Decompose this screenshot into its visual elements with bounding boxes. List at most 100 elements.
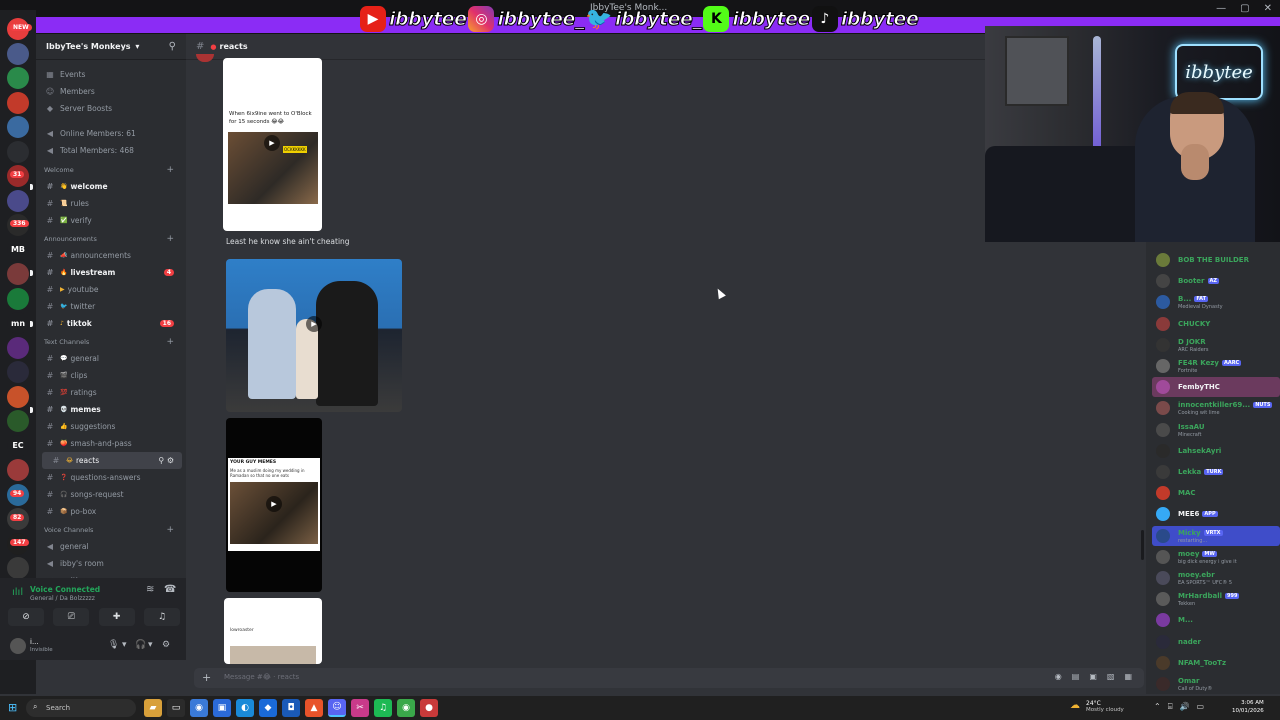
server-header[interactable]: IbbyTee's Monkeys ▾ ⚲ (36, 34, 186, 60)
avatar[interactable] (1156, 592, 1170, 607)
video-attachment[interactable]: YOUR GUY MEMES Me as a muslim doing my w… (226, 418, 322, 592)
channel-rules[interactable]: # 📜 rules (36, 195, 182, 212)
snip-icon[interactable]: ✂ (351, 699, 369, 717)
gif-icon[interactable]: ▤ (1072, 672, 1080, 681)
activity-button[interactable]: ✚ (98, 608, 135, 626)
server-icon[interactable] (7, 140, 29, 163)
windows-start-icon[interactable]: ⊞ (8, 701, 17, 714)
chrome-icon[interactable]: ◉ (190, 699, 208, 717)
vscode-icon[interactable]: ◆ (259, 699, 277, 717)
emoji-icon[interactable]: ▧ (1107, 672, 1115, 681)
member-item[interactable]: Omar Call of Duty® (1152, 674, 1280, 694)
settings-gear-icon[interactable]: ⚙ (162, 640, 170, 650)
avatar[interactable] (1156, 634, 1170, 649)
chevron-down-icon[interactable]: ▾ (148, 640, 153, 650)
member-item[interactable]: MEE6 APP (1152, 504, 1280, 524)
member-item[interactable]: Booter AZ (1152, 271, 1280, 291)
avatar[interactable] (1156, 253, 1170, 267)
disconnect-icon[interactable]: ☎ (164, 584, 176, 595)
avatar[interactable] (1156, 613, 1170, 628)
server-icon[interactable] (7, 287, 29, 310)
server-icon[interactable] (7, 557, 29, 579)
server-icon[interactable] (7, 410, 29, 432)
video-attachment[interactable]: ▶ (226, 259, 402, 412)
member-item[interactable]: LahsekAyri (1152, 441, 1280, 461)
avatar[interactable] (1156, 337, 1170, 352)
avatar[interactable] (196, 54, 214, 62)
channel-songs-request[interactable]: # 🎧 songs-request (36, 486, 182, 503)
member-item[interactable]: MrHardball 999 Tekken (1152, 589, 1280, 609)
member-item[interactable]: Micky VRTX restarting... (1152, 525, 1280, 546)
server-icon[interactable]: 31 (7, 165, 29, 187)
network-icon[interactable]: ⌸ (1168, 702, 1173, 712)
avatar[interactable] (1156, 655, 1170, 670)
channel-welcome[interactable]: # 👋 welcome (30, 178, 182, 195)
server-icon[interactable]: MB (7, 238, 29, 261)
invite-icon[interactable]: ⚲ (169, 41, 176, 52)
chevron-up-icon[interactable]: ⌃ (1154, 702, 1161, 712)
avatar[interactable] (1156, 316, 1170, 331)
channel-ratings[interactable]: # 💯 ratings (36, 384, 182, 401)
avatar[interactable] (1156, 677, 1170, 691)
soundboard-button[interactable]: ♫ (143, 608, 180, 626)
channel-announcements[interactable]: # 📣 announcements (36, 247, 182, 264)
add-channel-icon[interactable]: + (166, 337, 174, 347)
invite-icon[interactable]: ⚲ ⚙ (158, 456, 174, 465)
volume-icon[interactable]: 🔊 (1180, 702, 1190, 712)
member-item[interactable]: CHUCKY (1152, 314, 1280, 334)
server-icon[interactable] (7, 91, 29, 114)
avatar[interactable] (1156, 528, 1170, 543)
channel-youtube[interactable]: # ▶ youtube (36, 281, 182, 298)
avatar[interactable] (1156, 274, 1170, 289)
server-icon[interactable] (7, 459, 29, 481)
server-icon[interactable] (7, 42, 29, 65)
channel-twitter[interactable]: # 🐦 twitter (36, 298, 182, 315)
maximize-icon[interactable]: ▢ (1240, 3, 1249, 14)
add-channel-icon[interactable]: + (166, 525, 174, 535)
member-item[interactable]: Lekka TURK (1152, 462, 1280, 482)
brave-icon[interactable]: ▲ (305, 699, 323, 717)
member-item[interactable]: innocentkiller69... NUTS Cooking wit lime (1152, 398, 1280, 418)
channel-clips[interactable]: # 🎬 clips (36, 367, 182, 384)
avatar[interactable] (1156, 507, 1170, 522)
category-welcome[interactable]: Welcome + (36, 163, 182, 177)
server-icon[interactable]: mn (7, 312, 29, 334)
avatar[interactable] (1156, 549, 1170, 564)
avatar[interactable] (1156, 359, 1170, 373)
member-item[interactable]: nader (1152, 632, 1280, 652)
minimize-icon[interactable]: — (1216, 3, 1226, 14)
category-voice-channels[interactable]: Voice Channels + (36, 523, 182, 537)
server-icon[interactable] (7, 361, 29, 383)
clock[interactable]: 3:06 AM 10/01/2026 (1232, 699, 1264, 715)
member-item[interactable]: NFAM_TooTz (1152, 653, 1280, 673)
channel-questions-answers[interactable]: # ❓ questions-answers (36, 469, 182, 486)
server-icon[interactable] (7, 189, 29, 212)
server-icon[interactable] (7, 385, 29, 408)
channel-tiktok[interactable]: # ♪ tiktok 16 (30, 315, 182, 332)
server-icon[interactable] (7, 263, 29, 285)
avatar[interactable] (1156, 465, 1170, 479)
avatar[interactable] (1156, 401, 1170, 416)
message-composer[interactable]: + Message #😂 · reacts ◉ ▤ ▣ ▧ ▦ (194, 668, 1144, 688)
add-channel-icon[interactable]: + (166, 234, 174, 244)
channel-reacts[interactable]: # 😂 reacts ⚲ ⚙ (42, 452, 182, 469)
server-icon[interactable]: 147 (7, 532, 29, 555)
sidebar-item-server-boosts[interactable]: ◆ Server Boosts (36, 100, 182, 117)
server-icon[interactable]: 82 (7, 508, 29, 530)
camera-button[interactable]: ⊘ (8, 608, 44, 626)
member-item[interactable]: FE4R Kezy AARC Fortnite (1152, 356, 1280, 376)
play-icon[interactable]: ▶ (306, 316, 322, 332)
scrollbar[interactable] (1141, 530, 1144, 560)
play-icon[interactable]: ▶ (264, 135, 280, 151)
server-icon[interactable] (7, 67, 29, 89)
channel-po-box[interactable]: # 📦 po-box (36, 503, 182, 520)
server-icon[interactable]: 94 (7, 483, 29, 506)
video-attachment[interactable]: When 6ix9ine went to O'Block for 15 seco… (223, 58, 322, 231)
add-attachment-icon[interactable]: + (202, 671, 211, 684)
server-icon[interactable] (7, 116, 29, 138)
file-explorer-icon[interactable]: ▰ (144, 699, 162, 717)
member-item[interactable]: MAC (1152, 483, 1280, 503)
member-item[interactable]: D JOKR ARC Raiders (1152, 335, 1280, 355)
channel-smash-and-pass[interactable]: # 🍑 smash-and-pass (36, 435, 182, 452)
member-item[interactable]: B... FAT Medieval Dynasty (1152, 292, 1280, 312)
